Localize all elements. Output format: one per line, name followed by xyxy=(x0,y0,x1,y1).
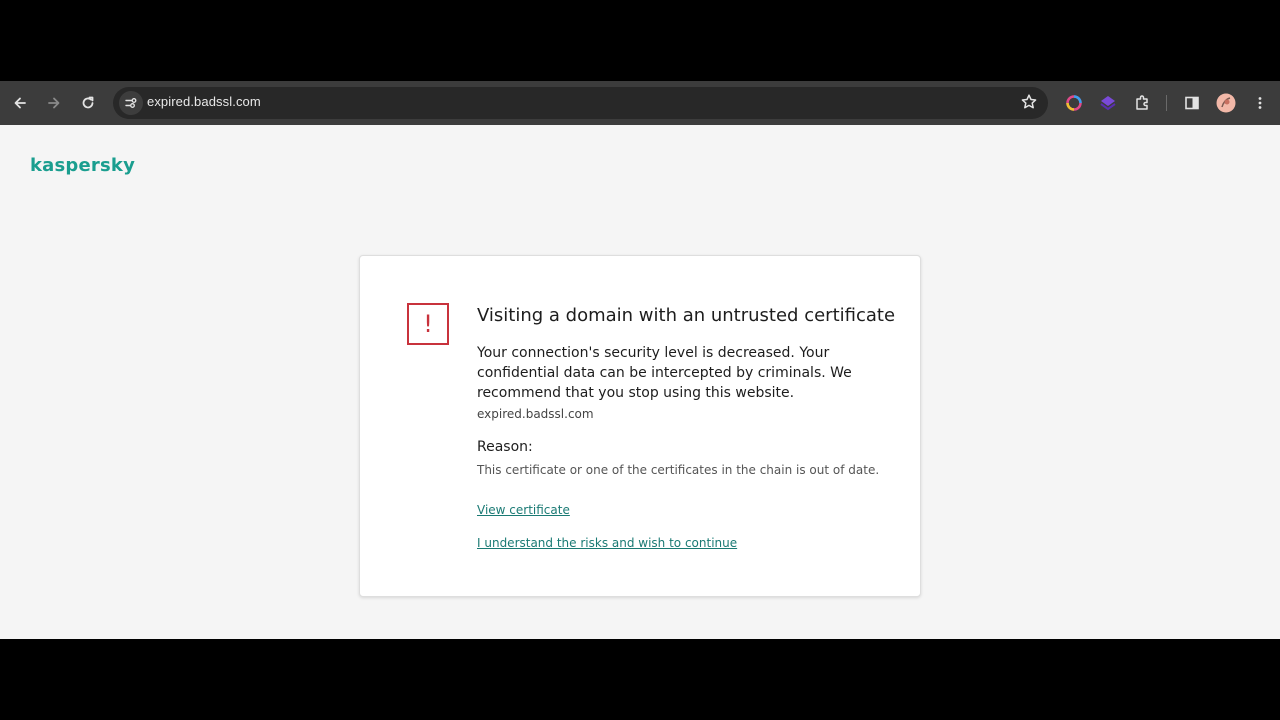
url-text[interactable]: expired.badssl.com xyxy=(147,94,261,109)
domain-text: expired.badssl.com xyxy=(477,407,594,421)
menu-kebab-icon[interactable] xyxy=(1246,89,1274,117)
extension-purple-icon[interactable] xyxy=(1094,89,1122,117)
side-panel-icon[interactable] xyxy=(1178,89,1206,117)
kaspersky-logo: kaspersky xyxy=(30,155,136,176)
view-certificate-link[interactable]: View certificate xyxy=(477,503,570,517)
profile-avatar[interactable] xyxy=(1212,89,1240,117)
toolbar-separator xyxy=(1166,95,1167,111)
reason-label: Reason: xyxy=(477,439,533,455)
back-icon[interactable] xyxy=(6,89,34,117)
continue-anyway-link[interactable]: I understand the risks and wish to conti… xyxy=(477,536,737,550)
extension-colorful-icon[interactable] xyxy=(1060,89,1088,117)
warning-content: Visiting a domain with an untrusted cert… xyxy=(477,305,897,552)
warning-icon: ! xyxy=(407,303,449,345)
forward-icon[interactable] xyxy=(40,89,68,117)
bookmark-star-icon[interactable] xyxy=(1020,93,1038,116)
extensions-puzzle-icon[interactable] xyxy=(1128,89,1156,117)
warning-description: Your connection's security level is decr… xyxy=(477,345,852,401)
letterbox-bottom xyxy=(0,639,1280,720)
address-bar[interactable]: expired.badssl.com xyxy=(113,87,1048,119)
warning-title: Visiting a domain with an untrusted cert… xyxy=(477,305,896,326)
page-content: kaspersky ! Visiting a domain with an un… xyxy=(0,125,1280,639)
site-info-icon[interactable] xyxy=(119,91,143,115)
reason-text: This certificate or one of the certifica… xyxy=(477,463,880,477)
warning-card: ! Visiting a domain with an untrusted ce… xyxy=(359,255,921,597)
letterbox-top xyxy=(0,0,1280,81)
reload-icon[interactable] xyxy=(74,89,102,117)
